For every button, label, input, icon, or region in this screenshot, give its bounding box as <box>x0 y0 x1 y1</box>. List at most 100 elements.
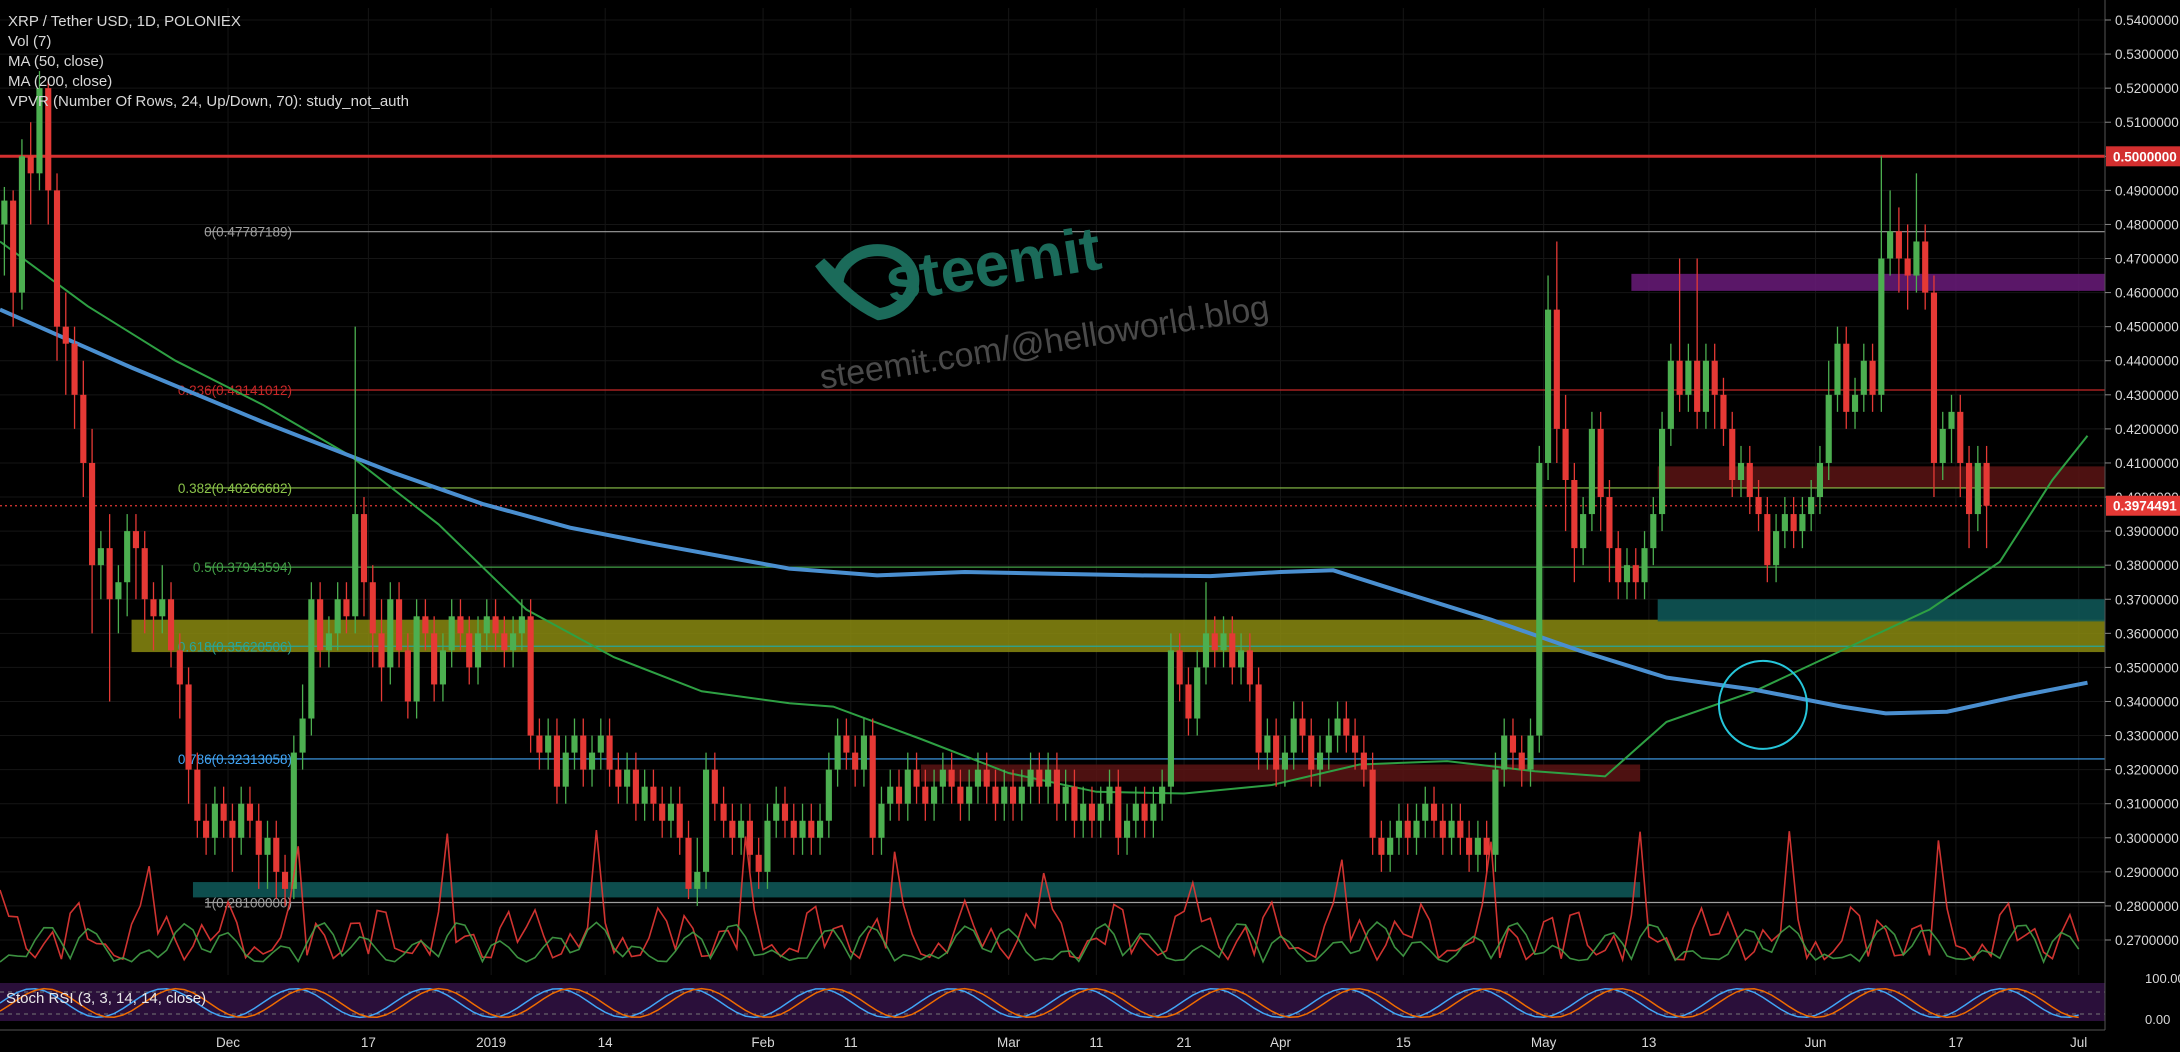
candle-body <box>694 871 701 889</box>
candle-body <box>290 752 297 889</box>
candle-body <box>773 803 780 821</box>
candle-body <box>352 514 359 617</box>
candle-body <box>1387 837 1394 855</box>
candle-body <box>957 786 964 804</box>
price-tick-label: 0.4800000 <box>2115 217 2179 232</box>
candle-body <box>729 820 736 838</box>
candle-body <box>141 548 148 600</box>
price-tick-label: 0.2900000 <box>2115 865 2179 880</box>
candle-body <box>650 786 657 804</box>
candle-body <box>1922 241 1929 293</box>
candle-body <box>545 735 552 753</box>
candle-body <box>1141 803 1148 821</box>
candle-body <box>939 769 946 787</box>
chart-legend: XRP / Tether USD, 1D, POLONIEX Vol (7) M… <box>8 12 409 112</box>
candle-body <box>1290 718 1297 753</box>
candle-body <box>1623 565 1631 583</box>
candle-body <box>869 735 876 838</box>
candle-body <box>501 633 508 651</box>
candle-body <box>1097 803 1104 821</box>
candle-body <box>1887 231 1894 259</box>
steemit-watermark: steemitsteemit.com/@helloworld.blog <box>815 214 1271 397</box>
time-tick-label: 14 <box>598 1035 614 1050</box>
candle-body <box>255 820 262 855</box>
candle-body <box>80 394 87 463</box>
candle-body <box>1474 837 1481 855</box>
price-tick-label: 0.2800000 <box>2115 899 2179 914</box>
candle-body <box>1974 462 1981 515</box>
candle-body <box>281 871 289 889</box>
candle-body <box>1869 360 1876 395</box>
candle-body <box>1150 803 1157 821</box>
candle-body <box>1939 428 1946 463</box>
candle-body <box>676 803 683 838</box>
price-tick-label: 0.4400000 <box>2115 354 2179 369</box>
candle-body <box>1571 480 1578 549</box>
fib-label: 0.5(0.37943594) <box>193 560 292 575</box>
candle-body <box>1352 735 1359 753</box>
candle-body <box>246 803 254 821</box>
candle-body <box>1001 786 1008 804</box>
time-tick-label: 17 <box>361 1035 376 1050</box>
candle-body <box>974 769 982 787</box>
price-tick-label: 0.4500000 <box>2115 320 2179 335</box>
candle-body <box>325 633 332 651</box>
candle-body <box>1948 411 1955 429</box>
candle-body <box>1018 786 1025 804</box>
candle-body <box>992 786 999 804</box>
candle-body <box>1895 231 1902 259</box>
candle-body <box>448 616 455 651</box>
candle-body <box>1825 394 1832 463</box>
candle-body <box>1904 258 1911 276</box>
candle-body <box>53 190 61 327</box>
candle-body <box>1159 786 1166 804</box>
candle-body <box>1457 820 1464 838</box>
candle-body <box>1536 462 1543 736</box>
candle-body <box>1764 514 1771 566</box>
time-tick-label: Mar <box>997 1035 1021 1050</box>
candle-body <box>878 803 885 838</box>
candle-body <box>1194 667 1201 719</box>
candle-body <box>1369 769 1376 838</box>
candle-body <box>492 616 499 634</box>
candle-body <box>764 820 771 872</box>
candle-body <box>562 752 569 787</box>
candle-body <box>396 599 403 651</box>
candle-body <box>439 650 446 685</box>
candle-body <box>659 803 666 821</box>
candle-body <box>97 548 104 566</box>
candle-body <box>1527 735 1534 770</box>
candle-body <box>1615 548 1622 583</box>
candle-body <box>1132 803 1139 821</box>
candle-body <box>571 735 578 753</box>
price-chart[interactable]: 0(0.47787189)0.236(0.43141012)0.382(0.40… <box>0 0 2180 1052</box>
candle-body <box>755 854 762 872</box>
candle-body <box>860 735 867 770</box>
candle-body <box>948 769 955 787</box>
price-tick-label: 0.5100000 <box>2115 115 2179 130</box>
candle-body <box>457 616 464 634</box>
candle-body <box>1702 360 1709 412</box>
candle-body <box>1246 650 1253 685</box>
candle-body <box>1211 633 1218 651</box>
legend-vpvr: VPVR (Number Of Rows, 24, Up/Down, 70): … <box>8 93 410 110</box>
candle-body <box>1711 360 1718 395</box>
candle-body <box>983 769 990 787</box>
candle-body <box>1238 650 1245 668</box>
candle-body <box>843 735 850 753</box>
candle-body <box>931 786 938 804</box>
candle-body <box>1729 428 1736 480</box>
legend-ma200: MA (200, close) <box>8 73 113 90</box>
candle-body <box>1413 820 1420 838</box>
candle-body <box>1255 684 1262 753</box>
candle-body <box>1106 786 1113 804</box>
candle-body <box>1773 531 1780 566</box>
zone-red-mid <box>1657 466 2105 489</box>
candle-body <box>580 735 587 770</box>
candle-body <box>825 769 832 821</box>
candle-body <box>159 599 166 617</box>
candle-body <box>211 803 218 838</box>
legend-title: XRP / Tether USD, 1D, POLONIEX <box>8 13 241 30</box>
candle-body <box>553 735 561 787</box>
candle-body <box>641 786 648 804</box>
